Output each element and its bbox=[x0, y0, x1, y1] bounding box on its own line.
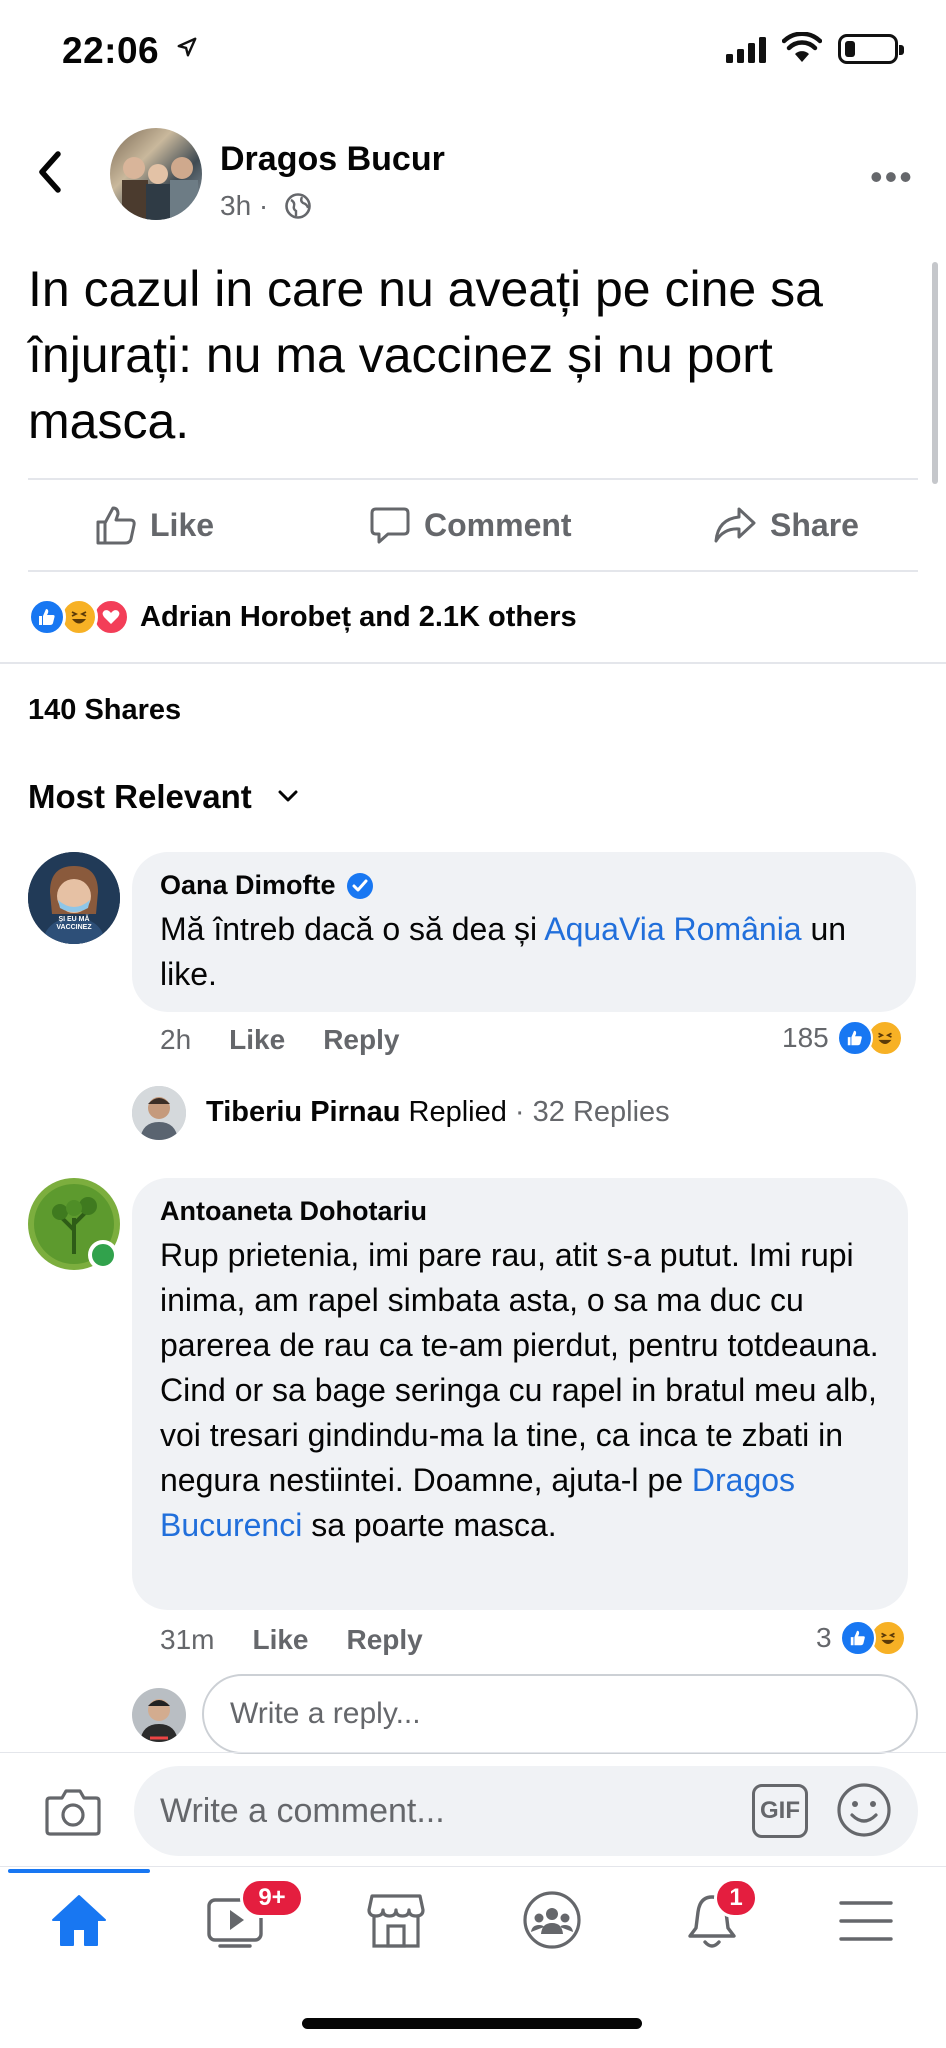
replier-name: Tiberiu Pirnau bbox=[206, 1096, 401, 1128]
gif-button[interactable]: GIF bbox=[752, 1784, 808, 1838]
battery-icon bbox=[838, 34, 904, 64]
wifi-icon bbox=[782, 32, 822, 62]
camera-icon[interactable] bbox=[44, 1786, 102, 1838]
comment-bubble[interactable]: Oana Dimofte Mă întreb dacă o să dea și … bbox=[132, 852, 916, 1012]
emoji-icon[interactable] bbox=[836, 1782, 892, 1838]
divider bbox=[28, 570, 918, 572]
divider bbox=[28, 478, 918, 480]
comment-like-button[interactable]: Like bbox=[252, 1624, 308, 1656]
comment-reactions[interactable]: 3 bbox=[816, 1620, 906, 1656]
commenter-name[interactable]: Oana Dimofte bbox=[160, 870, 336, 901]
status-time: 22:06 bbox=[62, 30, 160, 71]
reply-input[interactable]: Write a reply... bbox=[202, 1674, 918, 1754]
share-button[interactable]: Share bbox=[712, 498, 859, 552]
comment-time: 2h bbox=[160, 1024, 192, 1055]
sort-comments-dropdown[interactable]: Most Relevant bbox=[28, 778, 298, 816]
comment-meta: 31m Like Reply bbox=[160, 1624, 423, 1656]
comment-bubble[interactable]: Antoaneta Dohotariu Rup prietenia, imi p… bbox=[132, 1178, 908, 1610]
globe-icon bbox=[285, 193, 311, 219]
online-status-dot bbox=[88, 1240, 118, 1270]
author-avatar[interactable] bbox=[110, 128, 202, 220]
notifications-badge: 1 bbox=[714, 1878, 758, 1918]
active-tab-indicator bbox=[8, 1869, 150, 1873]
comment-reply-button[interactable]: Reply bbox=[347, 1624, 423, 1656]
reactions-summary[interactable]: Adrian Horobeț and 2.1K others bbox=[28, 598, 577, 636]
comment-icon bbox=[370, 507, 410, 544]
home-indicator bbox=[302, 2018, 642, 2029]
comment-meta: 2h Like Reply bbox=[160, 1024, 399, 1056]
like-reaction-icon bbox=[28, 598, 66, 636]
mention-link[interactable]: AquaVia România bbox=[544, 911, 801, 947]
post-author-name[interactable]: Dragos Bucur bbox=[220, 140, 445, 179]
commenter-name[interactable]: Antoaneta Dohotariu bbox=[160, 1196, 427, 1227]
reaction-count: 185 bbox=[782, 1022, 829, 1053]
comment-reply-button[interactable]: Reply bbox=[323, 1024, 399, 1056]
marketplace-icon[interactable] bbox=[366, 1892, 426, 1950]
divider bbox=[0, 662, 946, 664]
share-arrow-icon bbox=[714, 507, 756, 543]
comment-text: Mă întreb dacă o să dea și AquaVia Român… bbox=[160, 911, 847, 992]
reaction-count: 3 bbox=[816, 1622, 832, 1653]
scrollbar[interactable] bbox=[932, 262, 938, 484]
back-arrow-icon[interactable] bbox=[36, 150, 64, 194]
current-user-avatar[interactable] bbox=[132, 1688, 186, 1742]
like-button[interactable]: Like bbox=[94, 498, 214, 552]
verified-badge-icon bbox=[346, 872, 373, 899]
reactions-text: Adrian Horobeț and 2.1K others bbox=[140, 600, 577, 633]
chevron-down-icon bbox=[278, 790, 298, 802]
shares-count[interactable]: 140 Shares bbox=[28, 694, 181, 727]
thumbs-up-icon bbox=[96, 506, 136, 545]
reply-summary[interactable]: Tiberiu Pirnau Replied · 32 Replies bbox=[206, 1096, 670, 1129]
menu-hamburger-icon[interactable] bbox=[838, 1898, 894, 1944]
like-reaction-icon bbox=[839, 1620, 876, 1656]
watch-notification-badge: 9+ bbox=[240, 1878, 304, 1918]
cellular-signal-icon bbox=[726, 37, 766, 63]
home-icon[interactable] bbox=[50, 1892, 108, 1948]
comment-reactions[interactable]: 185 bbox=[782, 1020, 903, 1056]
replier-avatar[interactable] bbox=[132, 1086, 186, 1140]
comment-button[interactable]: Comment bbox=[368, 498, 572, 552]
location-arrow-icon bbox=[177, 37, 197, 57]
like-reaction-icon bbox=[836, 1020, 873, 1056]
post-text: In cazul in care nu aveați pe cine sa în… bbox=[28, 261, 823, 449]
post-time: 3h · bbox=[220, 190, 269, 221]
comment-text: Rup prietenia, imi pare rau, atit s-a pu… bbox=[160, 1237, 879, 1543]
comment-like-button[interactable]: Like bbox=[229, 1024, 285, 1056]
groups-icon[interactable] bbox=[522, 1890, 582, 1950]
more-options-icon[interactable]: ••• bbox=[870, 156, 914, 198]
commenter-avatar[interactable]: ȘI EU MĂ VACCINEZ bbox=[28, 852, 120, 944]
comment-time: 31m bbox=[160, 1624, 215, 1655]
avatar-caption: ȘI EU MĂ VACCINEZ bbox=[56, 916, 92, 931]
